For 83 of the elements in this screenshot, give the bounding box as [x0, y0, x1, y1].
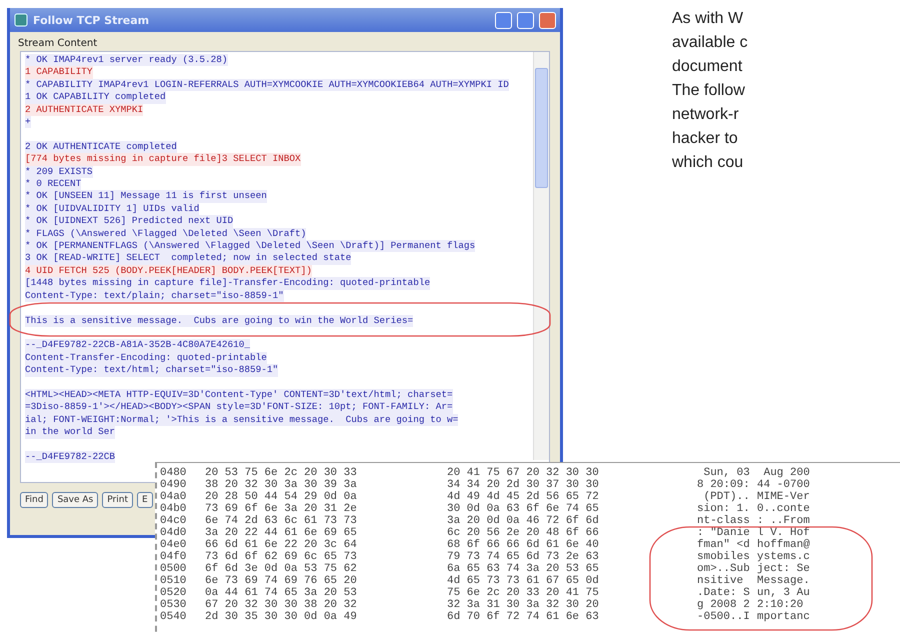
hex-offset: 04f0	[160, 551, 188, 563]
ascii-text: g 2008 2	[697, 599, 751, 611]
article-text: The follow	[672, 81, 746, 101]
ascii-text: Aug 200	[762, 467, 811, 479]
hex-bytes: 68 6f 66 66 6d 61 6e 40	[447, 539, 600, 551]
hex-bytes: 30 0d 0a 63 6f 6e 74 65	[447, 503, 600, 515]
hex-bytes: 75 6e 2c 20 33 20 41 75	[447, 587, 600, 599]
ascii-text: mportanc	[757, 611, 811, 623]
hex-bytes: 3a 20 22 44 61 6e 69 65	[204, 527, 358, 539]
ascii-text: MIME-Ver	[757, 491, 811, 503]
hex-bytes: 6f 6d 3e 0d 0a 53 75 62	[204, 563, 358, 575]
hex-offset: 04d0	[160, 527, 188, 539]
hex-bytes: 73 69 6f 6e 3a 20 31 2e	[204, 503, 358, 515]
hex-bytes: 66 6d 61 6e 22 20 3c 64	[204, 539, 358, 551]
ascii-text: ject: Se	[757, 563, 811, 575]
close-button[interactable]	[539, 12, 556, 28]
ascii-text: smobiles	[697, 551, 751, 563]
hex-offset: 04b0	[160, 503, 188, 515]
hex-bytes: 3a 20 0d 0a 46 72 6f 6d	[447, 515, 600, 527]
ascii-text: ystems.c	[757, 551, 811, 563]
ascii-text: 44 -0700	[757, 479, 811, 491]
article-text: which cou	[672, 153, 744, 173]
article-text: available c	[672, 33, 748, 53]
ascii-text: .Date: S	[697, 587, 751, 599]
ascii-text: 2:10:20	[757, 599, 804, 611]
ascii-text: 8 20:09:	[697, 479, 751, 491]
hex-bytes: 38 20 32 30 3a 30 39 3a	[204, 479, 358, 491]
window-title: Follow TCP Stream	[33, 14, 150, 26]
ascii-text: -0500..I	[697, 611, 751, 623]
ascii-text: nsitive	[697, 575, 744, 587]
dialog-button[interactable]: Save As	[52, 492, 98, 508]
hex-bytes: 20 28 50 44 54 29 0d 0a	[204, 491, 358, 503]
app-icon	[14, 13, 28, 27]
dialog-button[interactable]: Find	[20, 492, 48, 508]
article-text: document	[672, 57, 744, 77]
scroll-thumb[interactable]	[535, 68, 548, 188]
hex-bytes: 32 3a 31 30 3a 32 30 20	[447, 599, 600, 611]
hex-offset: 0490	[160, 479, 188, 491]
ascii-text: 0..conte	[757, 503, 811, 515]
hex-offset: 0500	[160, 563, 188, 575]
scrollbar[interactable]	[533, 52, 549, 460]
hex-offset: 04c0	[160, 515, 188, 527]
hex-bytes: 67 20 32 30 30 38 20 32	[204, 599, 358, 611]
ascii-text: nt-class	[697, 515, 751, 527]
ascii-text: un, 3 Au	[757, 587, 811, 599]
hex-bytes: 34 34 20 2d 30 37 30 30	[447, 479, 600, 491]
article-text: network-r	[672, 105, 740, 125]
hex-bytes: 73 6d 6f 62 69 6c 65 73	[204, 551, 358, 563]
hex-offset: 04a0	[160, 491, 188, 503]
ascii-text: fman" <d	[697, 539, 751, 551]
hex-bytes: 2d 30 35 30 30 0d 0a 49	[204, 611, 358, 623]
dialog-button[interactable]: Print	[102, 492, 133, 508]
hex-offset: 04e0	[160, 539, 188, 551]
hex-offset: 0510	[160, 575, 188, 587]
hex-bytes: 6e 73 69 74 69 76 65 20	[204, 575, 358, 587]
hex-bytes: 20 53 75 6e 2c 20 30 33	[204, 467, 358, 479]
group-label: Stream Content	[17, 37, 98, 51]
hex-bytes: 79 73 74 65 6d 73 2e 63	[447, 551, 600, 563]
hex-bytes: 20 41 75 67 20 32 30 30	[447, 467, 600, 479]
ascii-text: sion: 1.	[697, 503, 751, 515]
hex-bytes: 4d 49 4d 45 2d 56 65 72	[447, 491, 600, 503]
ascii-text: Sun, 03	[702, 467, 751, 479]
dialog-button[interactable]: E	[136, 492, 153, 508]
ascii-text: om>..Sub	[697, 563, 751, 575]
hex-offset: 0540	[160, 611, 188, 623]
hex-offset: 0520	[160, 587, 188, 599]
hex-bytes: 6a 65 63 74 3a 20 53 65	[447, 563, 600, 575]
article-text: hacker to	[672, 129, 739, 149]
hex-offset: 0480	[160, 467, 188, 479]
ascii-text: (PDT)..	[702, 491, 751, 503]
hex-offset: 0530	[160, 599, 188, 611]
maximize-button[interactable]	[517, 12, 534, 28]
hex-bytes: 6c 20 56 2e 20 48 6f 66	[447, 527, 600, 539]
hex-bytes: 6e 74 2d 63 6c 61 73 73	[204, 515, 358, 527]
ascii-text: Message.	[757, 575, 811, 587]
ascii-text: : ..From	[757, 515, 811, 527]
hex-bytes: 0a 44 61 74 65 3a 20 53	[204, 587, 358, 599]
minimize-button[interactable]	[495, 12, 512, 28]
hex-bytes: 4d 65 73 73 61 67 65 0d	[447, 575, 600, 587]
ascii-text: hoffman@	[757, 539, 811, 551]
article-text: As with W	[672, 9, 744, 29]
ascii-text: : "Danie	[697, 527, 751, 539]
hex-bytes: 6d 70 6f 72 74 61 6e 63	[447, 611, 600, 623]
